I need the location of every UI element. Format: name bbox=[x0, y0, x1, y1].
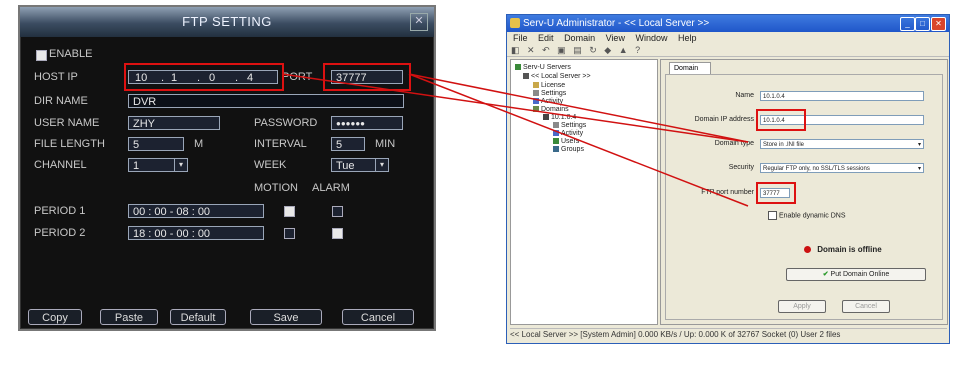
port-to-ip-connector-line bbox=[408, 73, 749, 143]
ip-connector-line bbox=[281, 73, 749, 143]
annotation-lines bbox=[281, 73, 749, 207]
port-connector-line bbox=[408, 73, 749, 207]
